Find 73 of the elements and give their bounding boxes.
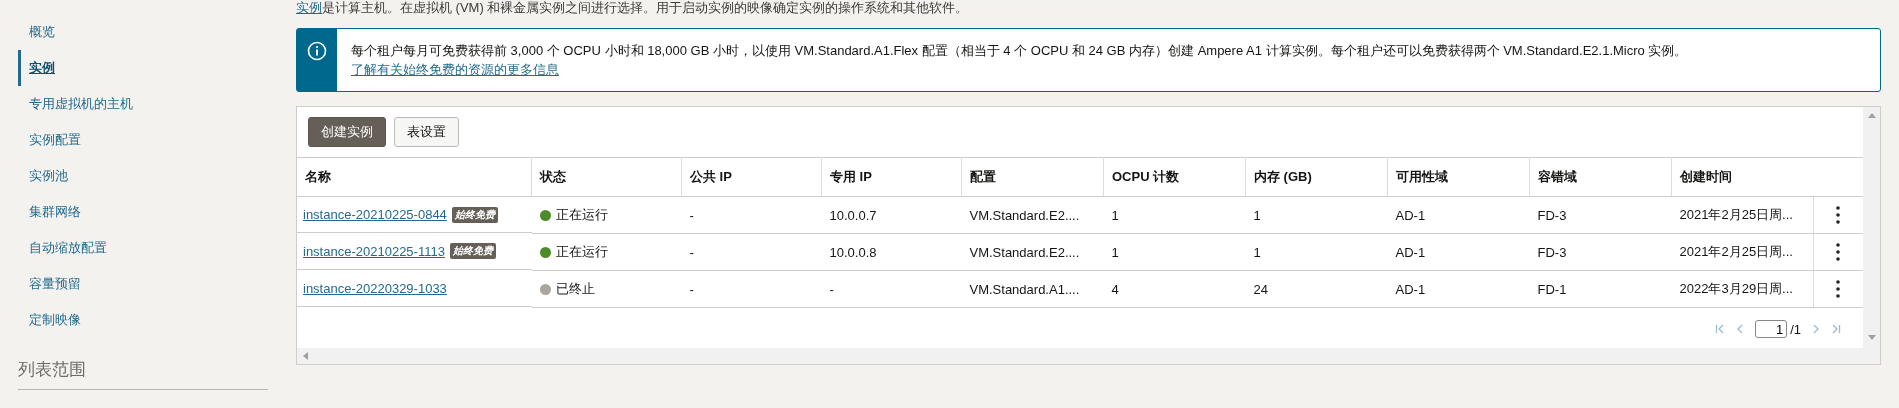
info-text: 每个租户每月可免费获得前 3,000 个 OCPU 小时和 18,000 GB 小时，以使用 VM.Standard.A1.Flex 配置（相当于 4 个 OCPU 和 24 GB 内存）创建 Ampere A1 计算实例。每个租户还可以免费获得两个 VM.Standard.E2.1.Micro 实例。 了解有关始终免费的资源的更多信息 (350, 42, 1689, 79)
table-cell: 4 (1103, 270, 1246, 308)
sidebar-item[interactable]: 专用虚拟机的主机 (18, 86, 133, 122)
sidebar-item[interactable]: 定制映像 (18, 302, 81, 338)
free-tag: 始终免费 (449, 243, 496, 259)
create-button[interactable]: 创建实例 (308, 117, 386, 147)
table-cell: 1 (1245, 196, 1388, 234)
instance-link[interactable]: instance-20210225-0844 (303, 207, 447, 222)
last-page-icon[interactable] (1831, 324, 1841, 334)
scroll-up-icon[interactable] (1867, 113, 1876, 119)
more-icon[interactable] (1836, 206, 1841, 224)
settings-button[interactable]: 表设置 (394, 117, 459, 147)
status-text: 已终止 (555, 280, 595, 298)
table-cell: 2021年2月25日周... (1671, 233, 1813, 271)
sidebar-item[interactable]: 集群网络 (18, 194, 81, 230)
table-cell: 1 (1103, 233, 1246, 271)
free-tag: 始终免费 (451, 206, 498, 223)
page-field[interactable]: 1 (1755, 320, 1788, 338)
more-icon[interactable] (1836, 280, 1841, 298)
column-header[interactable]: OCPU 计数 (1103, 157, 1246, 197)
table-cell: - (681, 270, 822, 308)
table-cell: AD-1 (1387, 233, 1530, 271)
first-page-icon[interactable] (1715, 324, 1726, 334)
learn-more-link[interactable]: 了解有关始终免费的资源的更多信息 (351, 62, 559, 77)
column-header[interactable]: 公共 IP (681, 157, 822, 197)
instance-link[interactable]: instance-20210225-1113 (303, 243, 445, 259)
sidebar-item[interactable]: 概览 (18, 14, 55, 50)
previous-page-icon[interactable] (1736, 324, 1745, 334)
table-cell: - (681, 196, 822, 234)
table-cell: 10.0.0.8 (821, 233, 962, 271)
table-cell: 1 (1245, 233, 1388, 271)
vertical-scrollbar[interactable] (1863, 107, 1880, 364)
column-header[interactable]: 创建时间 (1671, 157, 1813, 197)
column-header[interactable]: 状态 (531, 157, 682, 197)
instances-link[interactable]: 实例 (296, 0, 322, 15)
table-cell: FD-1 (1529, 270, 1672, 308)
table-cell: AD-1 (1387, 270, 1530, 308)
column-header[interactable]: 配置 (961, 157, 1104, 197)
column-header[interactable]: 专用 IP (821, 157, 962, 197)
sidebar-item[interactable]: 实例配置 (18, 122, 81, 158)
instance-link[interactable]: instance-20220329-1033 (303, 280, 447, 296)
next-page-icon[interactable] (1812, 324, 1820, 334)
page-total: /1 (1790, 321, 1801, 337)
table-cell: 10.0.0.7 (821, 196, 962, 234)
table-cell: FD-3 (1529, 196, 1672, 234)
scroll-down-icon[interactable] (1867, 334, 1876, 340)
more-icon[interactable] (1836, 243, 1841, 261)
table-cell: FD-3 (1529, 233, 1672, 271)
intro-text: 实例是计算主机。在虚拟机 (VM) 和裸金属实例之间进行选择。用于启动实例的映像确定实例的操作系统和其他软件。 (296, 0, 969, 16)
table-cell: 2021年2月25日周... (1671, 196, 1813, 234)
table-cell: - (821, 270, 962, 308)
sidebar-item[interactable]: 实例池 (18, 158, 68, 194)
column-header[interactable]: 名称 (297, 157, 532, 197)
table-cell: 1 (1103, 196, 1246, 234)
status-text: 正在运行 (555, 243, 608, 261)
table-cell: 24 (1245, 270, 1388, 308)
status-text: 正在运行 (555, 206, 608, 224)
table-cell: VM.Standard.E2.... (961, 196, 1104, 234)
sidebar-item[interactable]: 自动缩放配置 (18, 230, 107, 266)
table-cell: 2022年3月29日周... (1671, 270, 1813, 308)
table-cell: AD-1 (1387, 196, 1530, 234)
sidebar-item[interactable]: 实例 (18, 50, 55, 86)
column-header[interactable]: 内存 (GB) (1245, 157, 1388, 197)
column-header[interactable]: 可用性域 (1387, 157, 1530, 197)
section-title: 列表范围 (18, 358, 268, 390)
horizontal-scrollbar[interactable] (297, 348, 1863, 364)
table-cell: VM.Standard.A1.... (961, 270, 1104, 308)
sidebar-item[interactable]: 容量预留 (18, 266, 81, 302)
table-cell: VM.Standard.E2.... (961, 233, 1104, 271)
table-cell: - (681, 233, 822, 271)
scroll-left-icon[interactable] (303, 352, 309, 360)
column-header[interactable]: 容错域 (1529, 157, 1672, 197)
info-icon (307, 41, 327, 61)
